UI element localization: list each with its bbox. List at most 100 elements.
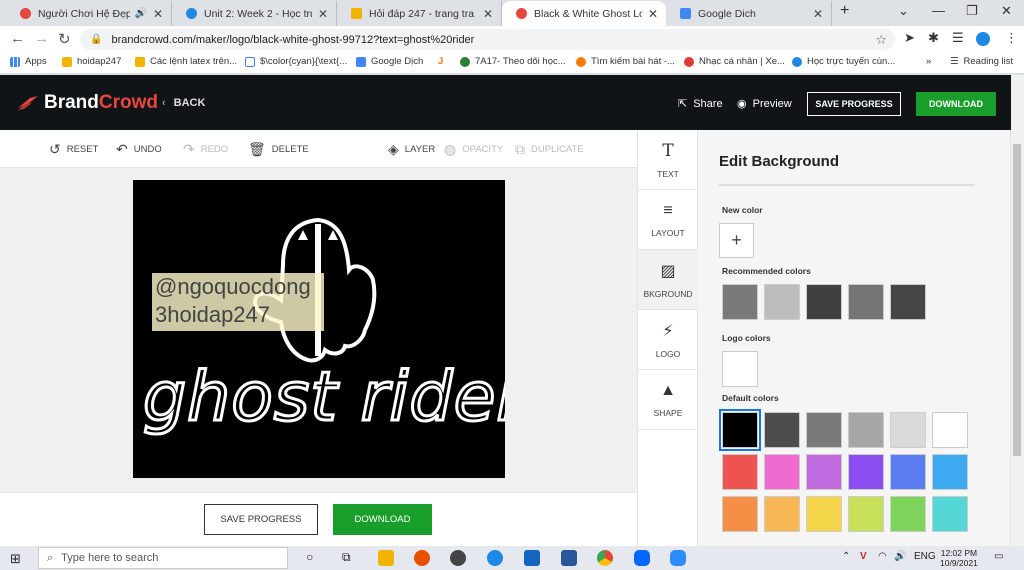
extension-send-icon[interactable]: ➤ [904,30,915,46]
color-swatch[interactable] [932,412,968,448]
reset-button[interactable]: ↺ RESET [49,141,98,158]
maximize-icon[interactable]: ❐ [966,3,978,19]
save-progress-button-bottom[interactable]: SAVE PROGRESS [204,504,318,535]
scrollbar-thumb[interactable] [1013,144,1021,456]
close-tab-icon[interactable]: ✕ [648,7,658,21]
rail-item-shape[interactable]: ▲ SHAPE [638,370,698,430]
bookmark-apps[interactable]: Apps [10,56,47,67]
zalo-icon[interactable] [634,550,650,566]
color-swatch[interactable] [890,454,926,490]
reload-icon[interactable]: ↻ [58,30,71,48]
color-swatch[interactable] [890,284,926,320]
extensions-puzzle-icon[interactable]: ✱ [928,30,939,46]
taskbar-clock[interactable]: 12:02 PM 10/9/2021 [940,548,978,568]
bookmark-item[interactable]: Học trực tuyến cùn... [792,56,895,67]
color-swatch[interactable] [806,284,842,320]
back-arrow-icon[interactable]: ← [10,30,25,47]
chrome-icon[interactable] [597,550,613,566]
taskbar-search-input[interactable]: ⌕ Type here to search [38,547,288,569]
notification-icon[interactable]: ▭ [994,551,1003,562]
media-icon[interactable]: ☰ [952,30,964,46]
close-tab-icon[interactable]: ✕ [318,7,328,21]
volume-icon[interactable]: 🔊 [894,551,906,562]
bookmark-item[interactable]: Google Dịch [356,56,423,67]
color-swatch[interactable] [848,412,884,448]
color-swatch[interactable] [932,496,968,532]
rail-item-layout[interactable]: ≡ LAYOUT [638,190,698,250]
rail-item-text[interactable]: T TEXT [638,130,698,190]
undo-button[interactable]: ↶ UNDO [116,141,162,158]
bookmark-item[interactable]: $\color{cyan}{\text{... [245,56,347,67]
profile-avatar[interactable] [976,32,990,46]
color-swatch[interactable] [848,284,884,320]
windows-start-icon[interactable]: ⊞ [10,551,21,567]
more-bookmarks-icon[interactable]: » [926,56,931,67]
browser-tab-active[interactable]: Black & White Ghost Logo | E ✕ [502,1,666,26]
color-swatch[interactable] [722,496,758,532]
tray-app-icon[interactable]: V [860,551,867,562]
close-tab-icon[interactable]: ✕ [483,7,493,21]
close-window-icon[interactable]: ✕ [1001,3,1012,19]
bookmark-item[interactable]: Tìm kiếm bài hát -... [576,56,675,67]
color-swatch[interactable] [722,351,758,387]
share-link[interactable]: ⇱ Share [678,97,723,111]
preview-link[interactable]: ◉ Preview [737,97,792,111]
bookmark-item[interactable]: hoidap247 [62,56,121,67]
color-swatch[interactable] [890,496,926,532]
back-link[interactable]: ‹ BACK [162,97,205,109]
redo-button[interactable]: ↷ REDO [183,141,228,158]
opacity-button[interactable]: ◍ OPACITY [444,141,503,158]
color-swatch[interactable] [806,454,842,490]
delete-button[interactable]: 🗑 DELETE [248,141,309,158]
word-icon[interactable] [561,550,577,566]
close-tab-icon[interactable]: ✕ [153,7,163,21]
color-swatch[interactable] [848,496,884,532]
new-tab-icon[interactable]: + [840,2,849,20]
reading-list[interactable]: ☰ Reading list [950,56,1013,67]
browser-tab[interactable]: Hỏi đáp 247 - trang tra lời ✕ [337,1,502,26]
task-view-icon[interactable]: ⧉ [342,550,351,565]
taskbar-app-icon[interactable] [524,550,540,566]
panel-scrollbar[interactable] [1011,130,1024,546]
color-swatch[interactable] [764,454,800,490]
color-swatch[interactable] [932,454,968,490]
color-swatch[interactable] [722,454,758,490]
forward-arrow-icon[interactable]: → [34,30,49,47]
menu-dots-icon[interactable]: ⋮ [1005,30,1018,46]
file-explorer-icon[interactable] [378,550,394,566]
color-swatch[interactable] [722,284,758,320]
duplicate-button[interactable]: ⧉ DUPLICATE [515,141,584,158]
color-swatch[interactable] [806,412,842,448]
download-button[interactable]: DOWNLOAD [916,92,996,116]
zoom-icon[interactable] [670,550,686,566]
cortana-icon[interactable]: ○ [306,550,313,564]
bookmark-item[interactable]: Các lệnh latex trên... [135,56,237,67]
layer-button[interactable]: ◈ LAYER [388,141,435,158]
bookmark-item[interactable]: Nhạc cá nhân | Xe... [684,56,785,67]
brandcrowd-logo[interactable]: Brand Crowd [16,92,158,114]
taskbar-app-icon[interactable] [414,550,430,566]
color-swatch[interactable] [764,496,800,532]
color-swatch[interactable] [764,284,800,320]
tab-search-icon[interactable]: ⌄ [898,3,909,19]
close-tab-icon[interactable]: ✕ [813,7,823,21]
tray-expand-icon[interactable]: ⌃ [842,551,850,562]
logo-text[interactable]: ghost rider [141,357,505,439]
color-swatch[interactable] [806,496,842,532]
browser-tab[interactable]: Unit 2: Week 2 - Học trực tuy ✕ [172,1,337,26]
bookmark-item[interactable]: 7A17- Theo dõi học... [460,56,566,67]
save-progress-button[interactable]: SAVE PROGRESS [807,92,901,116]
language-indicator[interactable]: ENG [914,551,936,562]
bookmark-item[interactable]: J [438,56,443,67]
browser-tab[interactable]: Google Dich ✕ [666,1,832,26]
edge-icon[interactable] [487,550,503,566]
network-icon[interactable]: ◠ [878,551,887,562]
page-scrollbar[interactable] [1011,75,1024,130]
rail-item-logo[interactable]: ⚡ LOGO [638,310,698,370]
logo-artboard[interactable]: @ngoquocdong 3hoidap247 ghost rider [133,180,505,478]
bookmark-star-icon[interactable]: ☆ [875,32,887,48]
address-bar[interactable]: 🔒 brandcrowd.com/maker/logo/black-white-… [80,29,895,50]
rail-item-background[interactable]: ▨ BKGROUND [638,250,698,310]
color-swatch[interactable] [719,409,761,451]
browser-tab[interactable]: Người Chơi Hệ Đẹp (Cuc 🔊 ✕ [6,1,172,26]
